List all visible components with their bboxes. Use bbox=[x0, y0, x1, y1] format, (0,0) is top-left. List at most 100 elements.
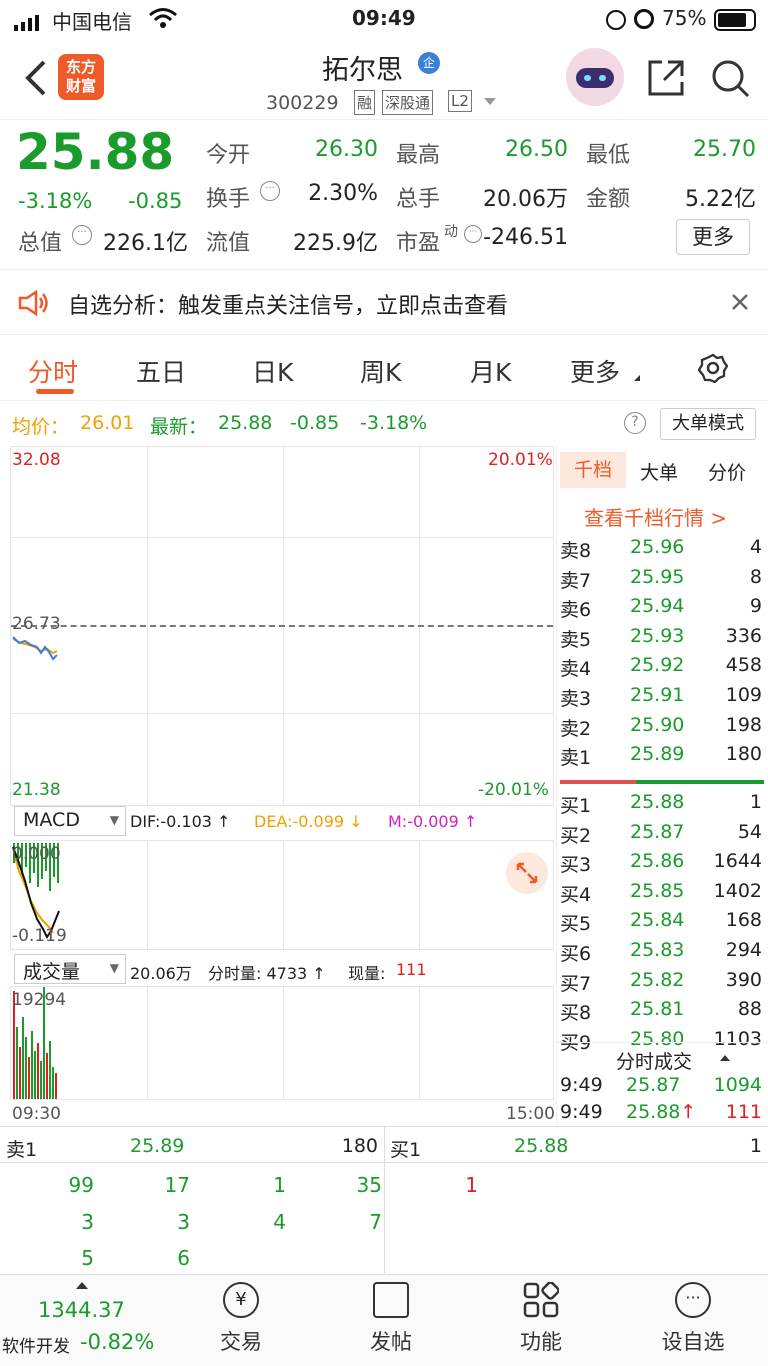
tick-price: 25.87 bbox=[626, 1074, 681, 1096]
row-price: 25.92 bbox=[630, 654, 685, 677]
bid-level-row[interactable]: 买2 25.87 54 bbox=[556, 819, 768, 848]
volume-selector[interactable]: 成交量 ▼ bbox=[14, 954, 126, 984]
macd-dea: DEA:-0.099 ↓ bbox=[254, 812, 363, 831]
nav-watchlist[interactable]: ··· 设自选 bbox=[618, 1282, 768, 1356]
bid-level-row[interactable]: 买8 25.81 88 bbox=[556, 996, 768, 1025]
index-ticker[interactable]: 1344.37 软件开发 -0.82% bbox=[0, 1278, 166, 1362]
ask-level-row[interactable]: 卖2 25.90 198 bbox=[556, 712, 768, 741]
axis-bottom-pct: -20.01% bbox=[478, 780, 549, 800]
info-icon[interactable]: ··· bbox=[464, 225, 482, 243]
row-label: 买8 bbox=[560, 1002, 592, 1025]
tab-weekly-k[interactable]: 周K bbox=[360, 353, 401, 389]
robot-assistant-icon[interactable] bbox=[566, 48, 624, 106]
tab-intraday[interactable]: 分时 bbox=[28, 353, 78, 389]
view-thousand-level-link[interactable]: 查看千档行情 > bbox=[584, 502, 727, 531]
ask-level-row[interactable]: 卖5 25.93 336 bbox=[556, 623, 768, 652]
float-label: 流值 bbox=[206, 231, 251, 256]
close-icon[interactable] bbox=[730, 292, 750, 316]
pe-superscript: 动 bbox=[444, 224, 458, 240]
signal-banner[interactable]: 自选分析：触发重点关注信号，立即点击查看 bbox=[0, 269, 768, 335]
macd-chart[interactable] bbox=[10, 840, 554, 950]
macd-selector-label: MACD bbox=[23, 809, 80, 831]
row-volume: 294 bbox=[725, 939, 762, 961]
queue-bid-vol: 1 bbox=[749, 1135, 762, 1157]
row-volume: 88 bbox=[737, 998, 762, 1021]
eastmoney-logo[interactable]: 东方 财富 bbox=[58, 54, 104, 100]
ticks-header[interactable]: 分时成交 bbox=[556, 1042, 768, 1074]
row-volume: 1 bbox=[749, 791, 762, 813]
grid-icon bbox=[523, 1281, 560, 1318]
info-icon[interactable]: ··· bbox=[72, 225, 92, 245]
macd-axis-bottom: -0.119 bbox=[12, 926, 67, 946]
row-volume: 390 bbox=[725, 968, 762, 991]
share-icon[interactable] bbox=[646, 58, 686, 102]
ask-level-row[interactable]: 卖1 25.89 180 bbox=[556, 741, 768, 770]
queue-ask-label: 卖1 bbox=[6, 1139, 38, 1161]
stock-code: 300229 bbox=[266, 92, 339, 114]
chevron-down-icon[interactable] bbox=[484, 98, 496, 105]
yen-icon: ¥ bbox=[223, 1282, 259, 1318]
tab-daily-k[interactable]: 日K bbox=[252, 353, 293, 389]
index-change: -0.82% bbox=[80, 1330, 155, 1354]
row-price: 25.93 bbox=[630, 624, 685, 647]
ask-level-row[interactable]: 卖7 25.95 8 bbox=[556, 564, 768, 593]
tab-monthly-k[interactable]: 月K bbox=[470, 353, 511, 389]
ask-level-row[interactable]: 卖8 25.96 4 bbox=[556, 534, 768, 563]
nav-functions-label: 功能 bbox=[520, 1330, 562, 1354]
time-axis-end: 15:00 bbox=[506, 1104, 555, 1124]
row-label: 卖2 bbox=[560, 717, 592, 740]
row-price: 25.89 bbox=[630, 743, 685, 766]
bid-level-row[interactable]: 买4 25.85 1402 bbox=[556, 878, 768, 907]
row-label: 卖7 bbox=[560, 569, 592, 592]
nav-trade[interactable]: ¥ 交易 bbox=[166, 1282, 316, 1356]
bid-level-row[interactable]: 买6 25.83 294 bbox=[556, 937, 768, 966]
pe-label: 市盈 bbox=[396, 231, 441, 256]
row-label: 买1 bbox=[560, 795, 592, 817]
row-volume: 54 bbox=[737, 820, 762, 843]
back-icon[interactable] bbox=[22, 58, 50, 102]
row-label: 买3 bbox=[560, 854, 592, 877]
intraday-chart[interactable] bbox=[10, 446, 554, 806]
ask-level-row[interactable]: 卖6 25.94 9 bbox=[556, 593, 768, 622]
volume-chart[interactable] bbox=[10, 986, 554, 1100]
nav-post[interactable]: 发帖 bbox=[316, 1282, 466, 1356]
bid-level-row[interactable]: 买3 25.86 1644 bbox=[556, 848, 768, 877]
search-icon[interactable] bbox=[710, 58, 752, 104]
tab-more[interactable]: 更多 bbox=[570, 353, 620, 389]
tab-thousand-level[interactable]: 千档 bbox=[560, 452, 626, 488]
carrier-label: 中国电信 bbox=[52, 10, 132, 34]
expand-icon[interactable] bbox=[506, 852, 548, 894]
row-price: 25.82 bbox=[630, 968, 685, 991]
help-icon[interactable]: ? bbox=[624, 412, 646, 434]
macd-selector[interactable]: MACD ▼ bbox=[14, 806, 126, 836]
bid-level-row[interactable]: 买1 25.88 1 bbox=[556, 789, 768, 818]
volume-label: 总手 bbox=[396, 187, 441, 212]
latest-change-pct: -3.18% bbox=[360, 412, 428, 434]
row-price: 25.87 bbox=[630, 820, 685, 843]
bid-level-row[interactable]: 买5 25.84 168 bbox=[556, 907, 768, 936]
tab-big-order[interactable]: 大单 bbox=[640, 458, 678, 485]
queue-ask-order: 5 bbox=[81, 1246, 94, 1270]
ask-level-row[interactable]: 卖4 25.92 458 bbox=[556, 652, 768, 681]
row-volume: 168 bbox=[725, 909, 762, 932]
bid-level-row[interactable]: 买7 25.82 390 bbox=[556, 967, 768, 996]
latest-label: 最新： bbox=[150, 416, 208, 438]
time-axis-start: 09:30 bbox=[12, 1104, 61, 1124]
row-label: 买6 bbox=[560, 943, 592, 965]
big-order-mode-button[interactable]: 大单模式 bbox=[660, 408, 756, 440]
row-volume: 1402 bbox=[713, 879, 762, 902]
current-price: 25.88 bbox=[16, 123, 175, 181]
ask-level-row[interactable]: 卖3 25.91 109 bbox=[556, 682, 768, 711]
tick-row: 9:49 25.88↑ 111 bbox=[556, 1099, 768, 1128]
up-arrow-icon: ↑ bbox=[680, 1101, 697, 1123]
queue-ask-order: 4 bbox=[273, 1209, 286, 1234]
tab-5day[interactable]: 五日 bbox=[136, 353, 186, 389]
info-icon[interactable]: ··· bbox=[260, 181, 280, 201]
gear-icon[interactable] bbox=[697, 353, 729, 387]
nav-functions[interactable]: 功能 bbox=[466, 1281, 616, 1356]
tab-price-distribution[interactable]: 分价 bbox=[708, 458, 746, 485]
more-button[interactable]: 更多 bbox=[676, 219, 750, 255]
high-value: 26.50 bbox=[505, 137, 568, 162]
axis-bottom-price: 21.38 bbox=[12, 780, 61, 800]
row-price: 25.91 bbox=[630, 684, 685, 706]
